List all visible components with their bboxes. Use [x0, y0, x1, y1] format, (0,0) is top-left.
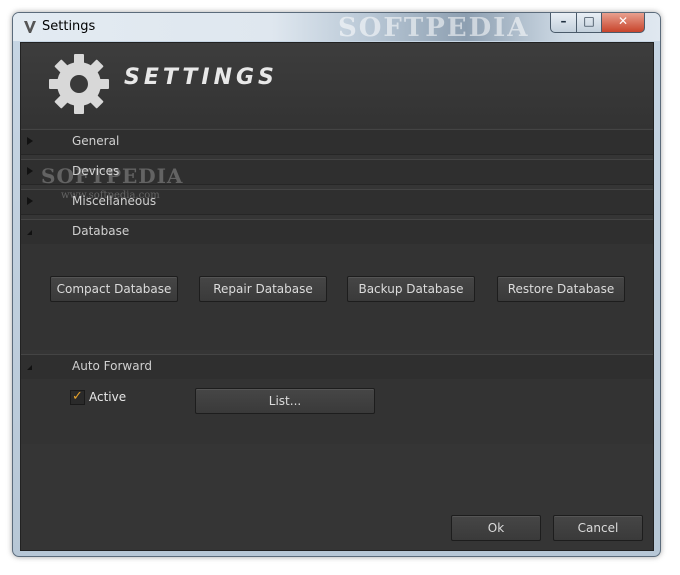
minimize-icon: –	[560, 14, 567, 28]
section-auto-forward[interactable]: Auto Forward	[21, 354, 653, 380]
softpedia-watermark: SOFTPEDIA	[41, 164, 184, 188]
expand-arrow-icon	[27, 137, 33, 145]
restore-database-button[interactable]: Restore Database	[497, 276, 625, 302]
active-label: Active	[89, 390, 127, 404]
cancel-button[interactable]: Cancel	[553, 515, 643, 541]
settings-title: SETTINGS	[124, 65, 278, 90]
auto-forward-panel: List...	[21, 379, 653, 444]
expand-arrow-icon	[27, 167, 33, 175]
close-icon: ✕	[617, 14, 629, 28]
list-button[interactable]: List...	[195, 388, 375, 414]
window-title: Settings	[42, 19, 96, 34]
title-bar[interactable]: Settings SOFTPEDIA – □ ✕	[13, 13, 660, 43]
softpedia-url-watermark: www.softpedia.com	[61, 190, 160, 201]
ok-button[interactable]: Ok	[451, 515, 541, 541]
section-label: Database	[72, 224, 130, 238]
section-label: Auto Forward	[72, 359, 152, 373]
minimize-button[interactable]: –	[550, 13, 577, 33]
collapse-arrow-icon	[27, 230, 32, 235]
gear-icon	[49, 54, 109, 114]
section-general[interactable]: General	[21, 129, 653, 155]
backup-database-button[interactable]: Backup Database	[347, 276, 475, 302]
section-database[interactable]: Database	[21, 219, 653, 245]
compact-database-button[interactable]: Compact Database	[50, 276, 178, 302]
settings-header: SETTINGS	[21, 43, 653, 128]
maximize-button[interactable]: □	[576, 13, 602, 33]
settings-content: SETTINGS General Devices Miscellaneous D…	[20, 42, 654, 551]
collapse-arrow-icon	[27, 365, 32, 370]
database-panel: Compact Database Repair Database Backup …	[21, 244, 653, 350]
maximize-icon: □	[583, 14, 595, 28]
checkmark-icon: ✓	[72, 389, 83, 404]
settings-window: Settings SOFTPEDIA – □ ✕ SETTINGS Genera…	[12, 12, 661, 557]
titlebar-watermark: SOFTPEDIA	[338, 13, 530, 43]
repair-database-button[interactable]: Repair Database	[199, 276, 327, 302]
app-icon	[24, 21, 36, 33]
section-label: General	[72, 134, 120, 148]
active-checkbox[interactable]: ✓	[70, 389, 85, 405]
expand-arrow-icon	[27, 197, 33, 205]
close-button[interactable]: ✕	[601, 13, 645, 33]
